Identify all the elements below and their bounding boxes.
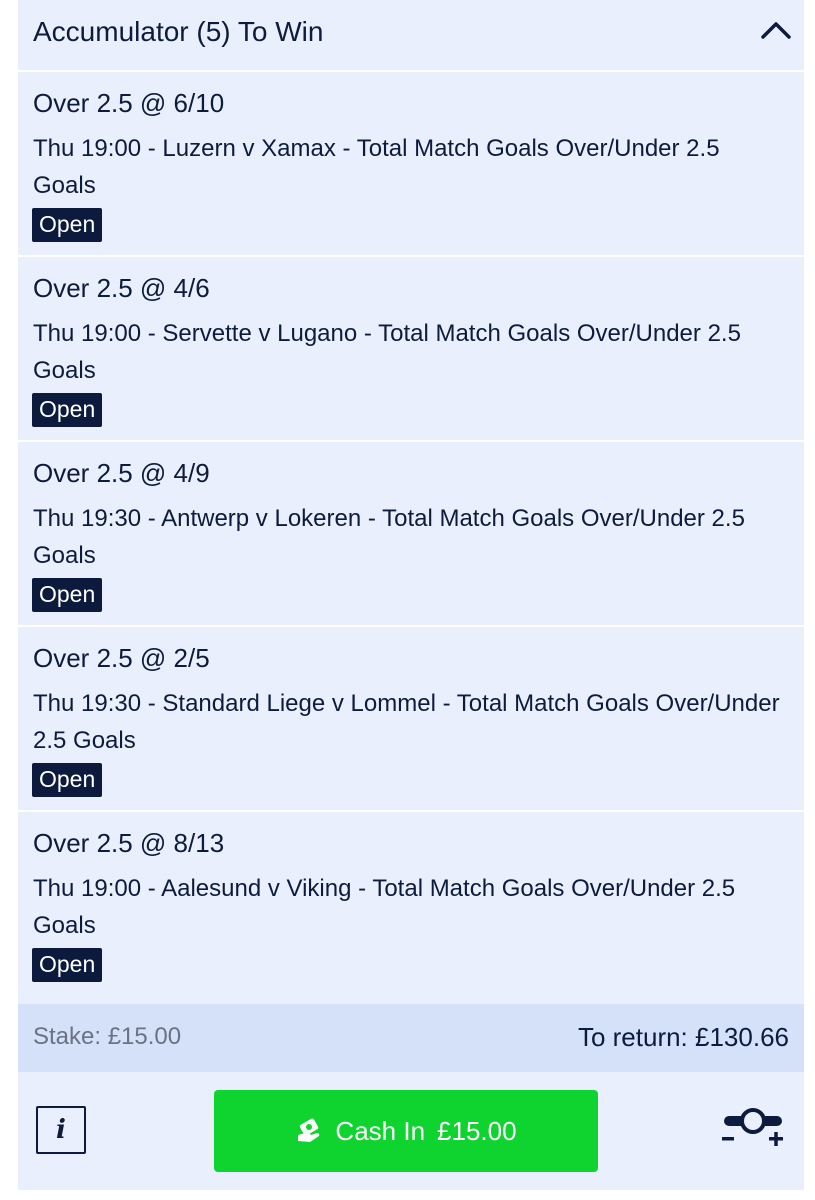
status-badge: Open [32,578,103,612]
cash-hand-icon [298,1118,320,1142]
bet-leg: Over 2.5 @ 2/5 Thu 19:30 - Standard Lieg… [18,627,804,812]
bet-card: Accumulator (5) To Win Over 2.5 @ 6/10 T… [18,0,804,1190]
leg-description: Thu 19:30 - Antwerp v Lokeren - Total Ma… [33,505,745,569]
return-amount: To return: £130.66 [577,1022,789,1052]
bet-title: Accumulator (5) To Win [33,16,324,47]
leg-selection: Over 2.5 @ 4/9 [33,458,210,488]
leg-description: Thu 19:00 - Luzern v Xamax - Total Match… [33,135,720,199]
leg-selection: Over 2.5 @ 2/5 [33,643,210,673]
status-badge: Open [32,763,103,797]
status-badge: Open [32,948,103,982]
bet-leg: Over 2.5 @ 4/6 Thu 19:00 - Servette v Lu… [18,257,804,442]
bet-leg: Over 2.5 @ 8/13 Thu 19:00 - Aalesund v V… [18,812,804,997]
partial-cash-out-icon[interactable] [720,1104,786,1154]
bet-header[interactable]: Accumulator (5) To Win [18,0,804,72]
cash-in-amount: £15.00 [437,1115,517,1146]
leg-description: Thu 19:00 - Servette v Lugano - Total Ma… [33,320,741,384]
chevron-up-icon[interactable] [760,18,792,42]
leg-description: Thu 19:30 - Standard Liege v Lommel - To… [33,690,780,754]
stake-amount: Stake: £15.00 [33,1023,182,1050]
bet-footer: i Cash In £15.00 [18,1072,804,1190]
bet-summary: Stake: £15.00 To return: £130.66 [18,1004,804,1072]
info-button[interactable]: i [36,1106,86,1154]
cash-in-button[interactable]: Cash In £15.00 [214,1090,598,1172]
leg-selection: Over 2.5 @ 6/10 [33,88,225,118]
status-badge: Open [32,208,103,242]
leg-description: Thu 19:00 - Aalesund v Viking - Total Ma… [33,875,736,939]
bet-leg: Over 2.5 @ 4/9 Thu 19:30 - Antwerp v Lok… [18,442,804,627]
leg-selection: Over 2.5 @ 8/13 [33,828,225,858]
status-badge: Open [32,393,103,427]
cash-in-label: Cash In [335,1115,426,1146]
bet-leg: Over 2.5 @ 6/10 Thu 19:00 - Luzern v Xam… [18,72,804,257]
info-icon: i [56,1115,66,1145]
leg-selection: Over 2.5 @ 4/6 [33,273,210,303]
